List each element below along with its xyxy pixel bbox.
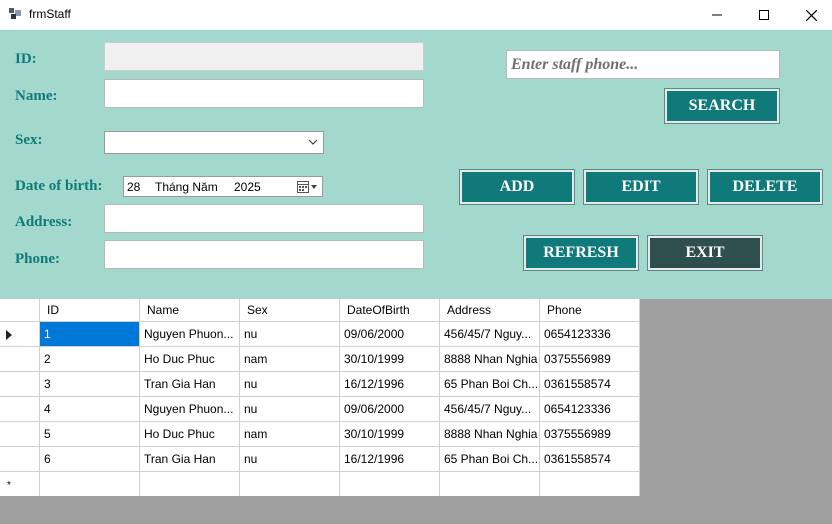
dob-year: 2025 [234,180,261,194]
table-cell[interactable]: Nguyen Phuon... [140,397,240,422]
phone-field[interactable] [104,240,424,269]
row-header[interactable] [0,447,40,472]
table-cell[interactable]: 4 [40,397,140,422]
minimize-icon [712,14,722,16]
table-cell[interactable]: 5 [40,422,140,447]
table-cell[interactable]: 16/12/1996 [340,447,440,472]
new-row-marker: * [7,480,11,491]
grid-corner[interactable] [0,299,40,322]
row-header[interactable] [0,422,40,447]
column-header[interactable]: DateOfBirth [340,299,440,322]
dob-month: Tháng Năm [155,180,218,194]
calendar-icon[interactable] [297,180,319,194]
table-cell[interactable]: 6 [40,447,140,472]
row-header[interactable] [0,397,40,422]
grid-background [0,496,832,524]
table-cell[interactable]: Tran Gia Han [140,447,240,472]
chevron-down-icon [308,139,318,145]
delete-button[interactable]: DELETE [707,169,823,205]
close-icon [805,9,817,21]
table-cell[interactable]: 0654123336 [540,322,640,347]
table-cell[interactable]: nu [240,447,340,472]
table-cell[interactable]: 3 [40,372,140,397]
current-row-arrow-icon [6,330,12,340]
column-header[interactable]: Phone [540,299,640,322]
form-panel: ID: Name: Sex: Date of birth: 28 Tháng N… [0,30,832,299]
new-row-cell[interactable] [240,472,340,497]
column-header[interactable]: Address [440,299,540,322]
close-button[interactable] [788,0,832,30]
dob-day: 28 [127,180,141,194]
table-cell[interactable]: 65 Phan Boi Ch... [440,447,540,472]
sex-label: Sex: [15,132,43,148]
row-header[interactable] [0,347,40,372]
id-label: ID: [15,51,37,67]
new-row-cell[interactable] [440,472,540,497]
dob-label: Date of birth: [15,178,103,194]
table-cell[interactable]: nu [240,372,340,397]
table-cell[interactable]: nam [240,347,340,372]
edit-button[interactable]: EDIT [583,169,699,205]
column-header[interactable]: Name [140,299,240,322]
table-cell[interactable]: nu [240,322,340,347]
table-cell[interactable]: Nguyen Phuon... [140,322,240,347]
table-cell[interactable]: 0375556989 [540,347,640,372]
maximize-button[interactable] [741,0,787,30]
table-cell[interactable]: 0361558574 [540,372,640,397]
app-icon [9,8,21,19]
table-cell[interactable]: 65 Phan Boi Ch... [440,372,540,397]
sex-combobox[interactable] [104,131,324,154]
id-field[interactable] [104,42,424,71]
table-cell[interactable]: 30/10/1999 [340,422,440,447]
window-title: frmStaff [29,7,71,21]
new-row-cell[interactable] [340,472,440,497]
staff-grid[interactable]: ID Name Sex DateOfBirth Address Phone 1 Nguyen … [0,299,640,497]
title-bar: frmStaff [0,0,832,30]
row-header[interactable] [0,372,40,397]
maximize-icon [759,10,769,20]
row-header[interactable] [0,322,40,347]
search-phone-input[interactable] [506,50,780,79]
table-cell[interactable]: 30/10/1999 [340,347,440,372]
table-cell[interactable]: 09/06/2000 [340,397,440,422]
table-cell[interactable]: 8888 Nhan Nghia [440,347,540,372]
table-cell[interactable]: 456/45/7 Nguy... [440,322,540,347]
dob-datepicker[interactable]: 28 Tháng Năm 2025 [123,176,323,197]
add-button[interactable]: ADD [459,169,575,205]
name-label: Name: [15,88,58,104]
table-cell[interactable]: 09/06/2000 [340,322,440,347]
table-cell[interactable]: 16/12/1996 [340,372,440,397]
name-field[interactable] [104,79,424,108]
new-row-cell[interactable] [540,472,640,497]
table-cell[interactable]: Ho Duc Phuc [140,347,240,372]
table-cell[interactable]: nu [240,397,340,422]
phone-label: Phone: [15,251,60,267]
column-header[interactable]: ID [40,299,140,322]
column-header[interactable]: Sex [240,299,340,322]
address-label: Address: [15,214,73,230]
new-row-header[interactable]: * [0,472,40,497]
table-cell[interactable]: 8888 Nhan Nghia [440,422,540,447]
address-field[interactable] [104,204,424,233]
minimize-button[interactable] [694,0,740,30]
table-cell[interactable]: 0375556989 [540,422,640,447]
table-cell[interactable]: 0654123336 [540,397,640,422]
table-cell[interactable]: 0361558574 [540,447,640,472]
table-cell[interactable]: 456/45/7 Nguy... [440,397,540,422]
table-cell[interactable]: 1 [40,322,140,347]
table-cell[interactable]: Ho Duc Phuc [140,422,240,447]
table-cell[interactable]: nam [240,422,340,447]
new-row-cell[interactable] [140,472,240,497]
refresh-button[interactable]: REFRESH [523,235,639,271]
table-cell[interactable]: Tran Gia Han [140,372,240,397]
exit-button[interactable]: EXIT [647,235,763,271]
table-cell[interactable]: 2 [40,347,140,372]
search-button[interactable]: SEARCH [664,88,780,124]
new-row-cell[interactable] [40,472,140,497]
